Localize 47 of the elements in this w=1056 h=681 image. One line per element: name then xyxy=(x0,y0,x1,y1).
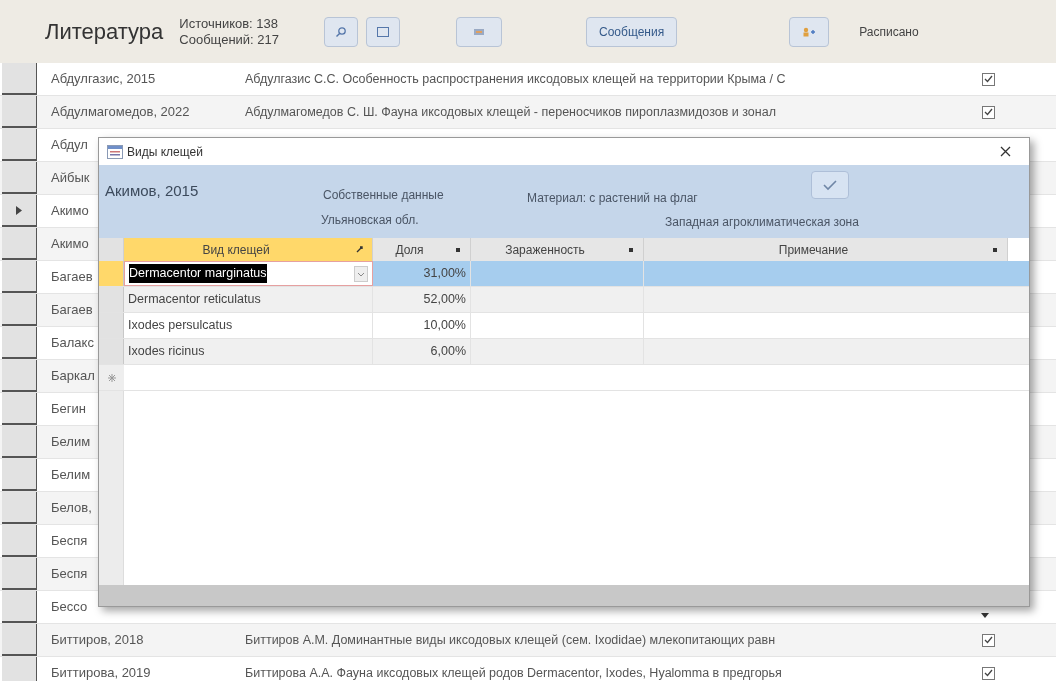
sources-count: Источников: 138 xyxy=(179,15,280,32)
author-cell-text: Багаев xyxy=(51,268,93,287)
author-cell-text: Баркал xyxy=(51,367,95,386)
share-cell: 52,00% xyxy=(373,287,471,312)
share-cell: 31,00% xyxy=(373,261,471,286)
author-cell-text: Беспя xyxy=(51,565,88,584)
column-header[interactable]: Зараженность xyxy=(471,238,644,261)
author-cell-text: Белим xyxy=(51,466,91,485)
source-field: Собственные данные xyxy=(323,188,444,202)
material-field: Материал: с растений на флаг xyxy=(527,191,698,205)
author-cell-text: Биттиров, 2018 xyxy=(51,631,144,650)
dialog-title: Виды клещей xyxy=(127,143,203,161)
share-cell: 6,00% xyxy=(373,339,471,364)
author-cell-text: Абдулмагомедов, 2022 xyxy=(51,103,190,122)
author-cell-text: Багаев xyxy=(51,301,93,320)
region-field: Ульяновская обл. xyxy=(321,213,419,227)
species-cell: Ixodes ricinus xyxy=(124,339,373,364)
author-cell-text: Абдулгазис, 2015 xyxy=(51,70,156,89)
author-cell-text: Акимо xyxy=(51,235,89,254)
citation-cell-text: Абдулгазис С.С. Особенность распространения иксодовых клещей на территории Крыма / С xyxy=(245,70,787,88)
status-column-label: Расписано xyxy=(859,23,919,41)
messages-count: Сообщений: 217 xyxy=(179,31,280,48)
column-header[interactable]: Примечание xyxy=(644,238,1008,261)
author-cell-text: Биттирова, 2019 xyxy=(51,664,151,681)
species-value: Dermacentor marginatus xyxy=(129,264,267,283)
author-cell-text: Айбык xyxy=(51,169,90,188)
species-cell: Dermacentor reticulatus xyxy=(124,287,373,312)
author-cell-text: Балакс xyxy=(51,334,94,353)
citation-cell-text: Биттирова А.А. Фауна иксодовых клещей родов Dermacentor, Ixodes, Hyalomma в предгорья xyxy=(245,664,783,681)
column-header[interactable]: Вид клещей xyxy=(124,238,373,261)
species-cell: Ixodes persulcatus xyxy=(124,313,373,338)
species-combo[interactable]: Dermacentor marginatus xyxy=(124,261,373,286)
citation-cell-text: Биттиров А.М. Доминантные виды иксодовых клещей (сем. Ixodidae) млекопитающих равн xyxy=(245,631,777,649)
column-header[interactable]: Доля xyxy=(373,238,471,261)
author-cell-text: Акимо xyxy=(51,202,89,221)
author-cell-text: Абдул xyxy=(51,136,88,155)
author-cell-text: Бегин xyxy=(51,400,86,419)
author-cell-text: Белим xyxy=(51,433,91,452)
share-cell: 10,00% xyxy=(373,313,471,338)
messages-button[interactable]: Сообщения xyxy=(586,16,678,47)
author-cell-text: Беспя xyxy=(51,532,88,551)
zone-field: Западная агроклиматическая зона xyxy=(665,215,859,229)
author-cell-text: Бессо xyxy=(51,598,88,617)
record-name: Акимов, 2015 xyxy=(105,182,199,199)
form-title: Литература xyxy=(45,18,164,46)
author-cell-text: Белов, xyxy=(51,499,92,518)
citation-cell-text: Абдулмагомедов С. Ш. Фауна иксодовых клещей - переносчиков пироплазмидозов и зонал xyxy=(245,103,777,121)
